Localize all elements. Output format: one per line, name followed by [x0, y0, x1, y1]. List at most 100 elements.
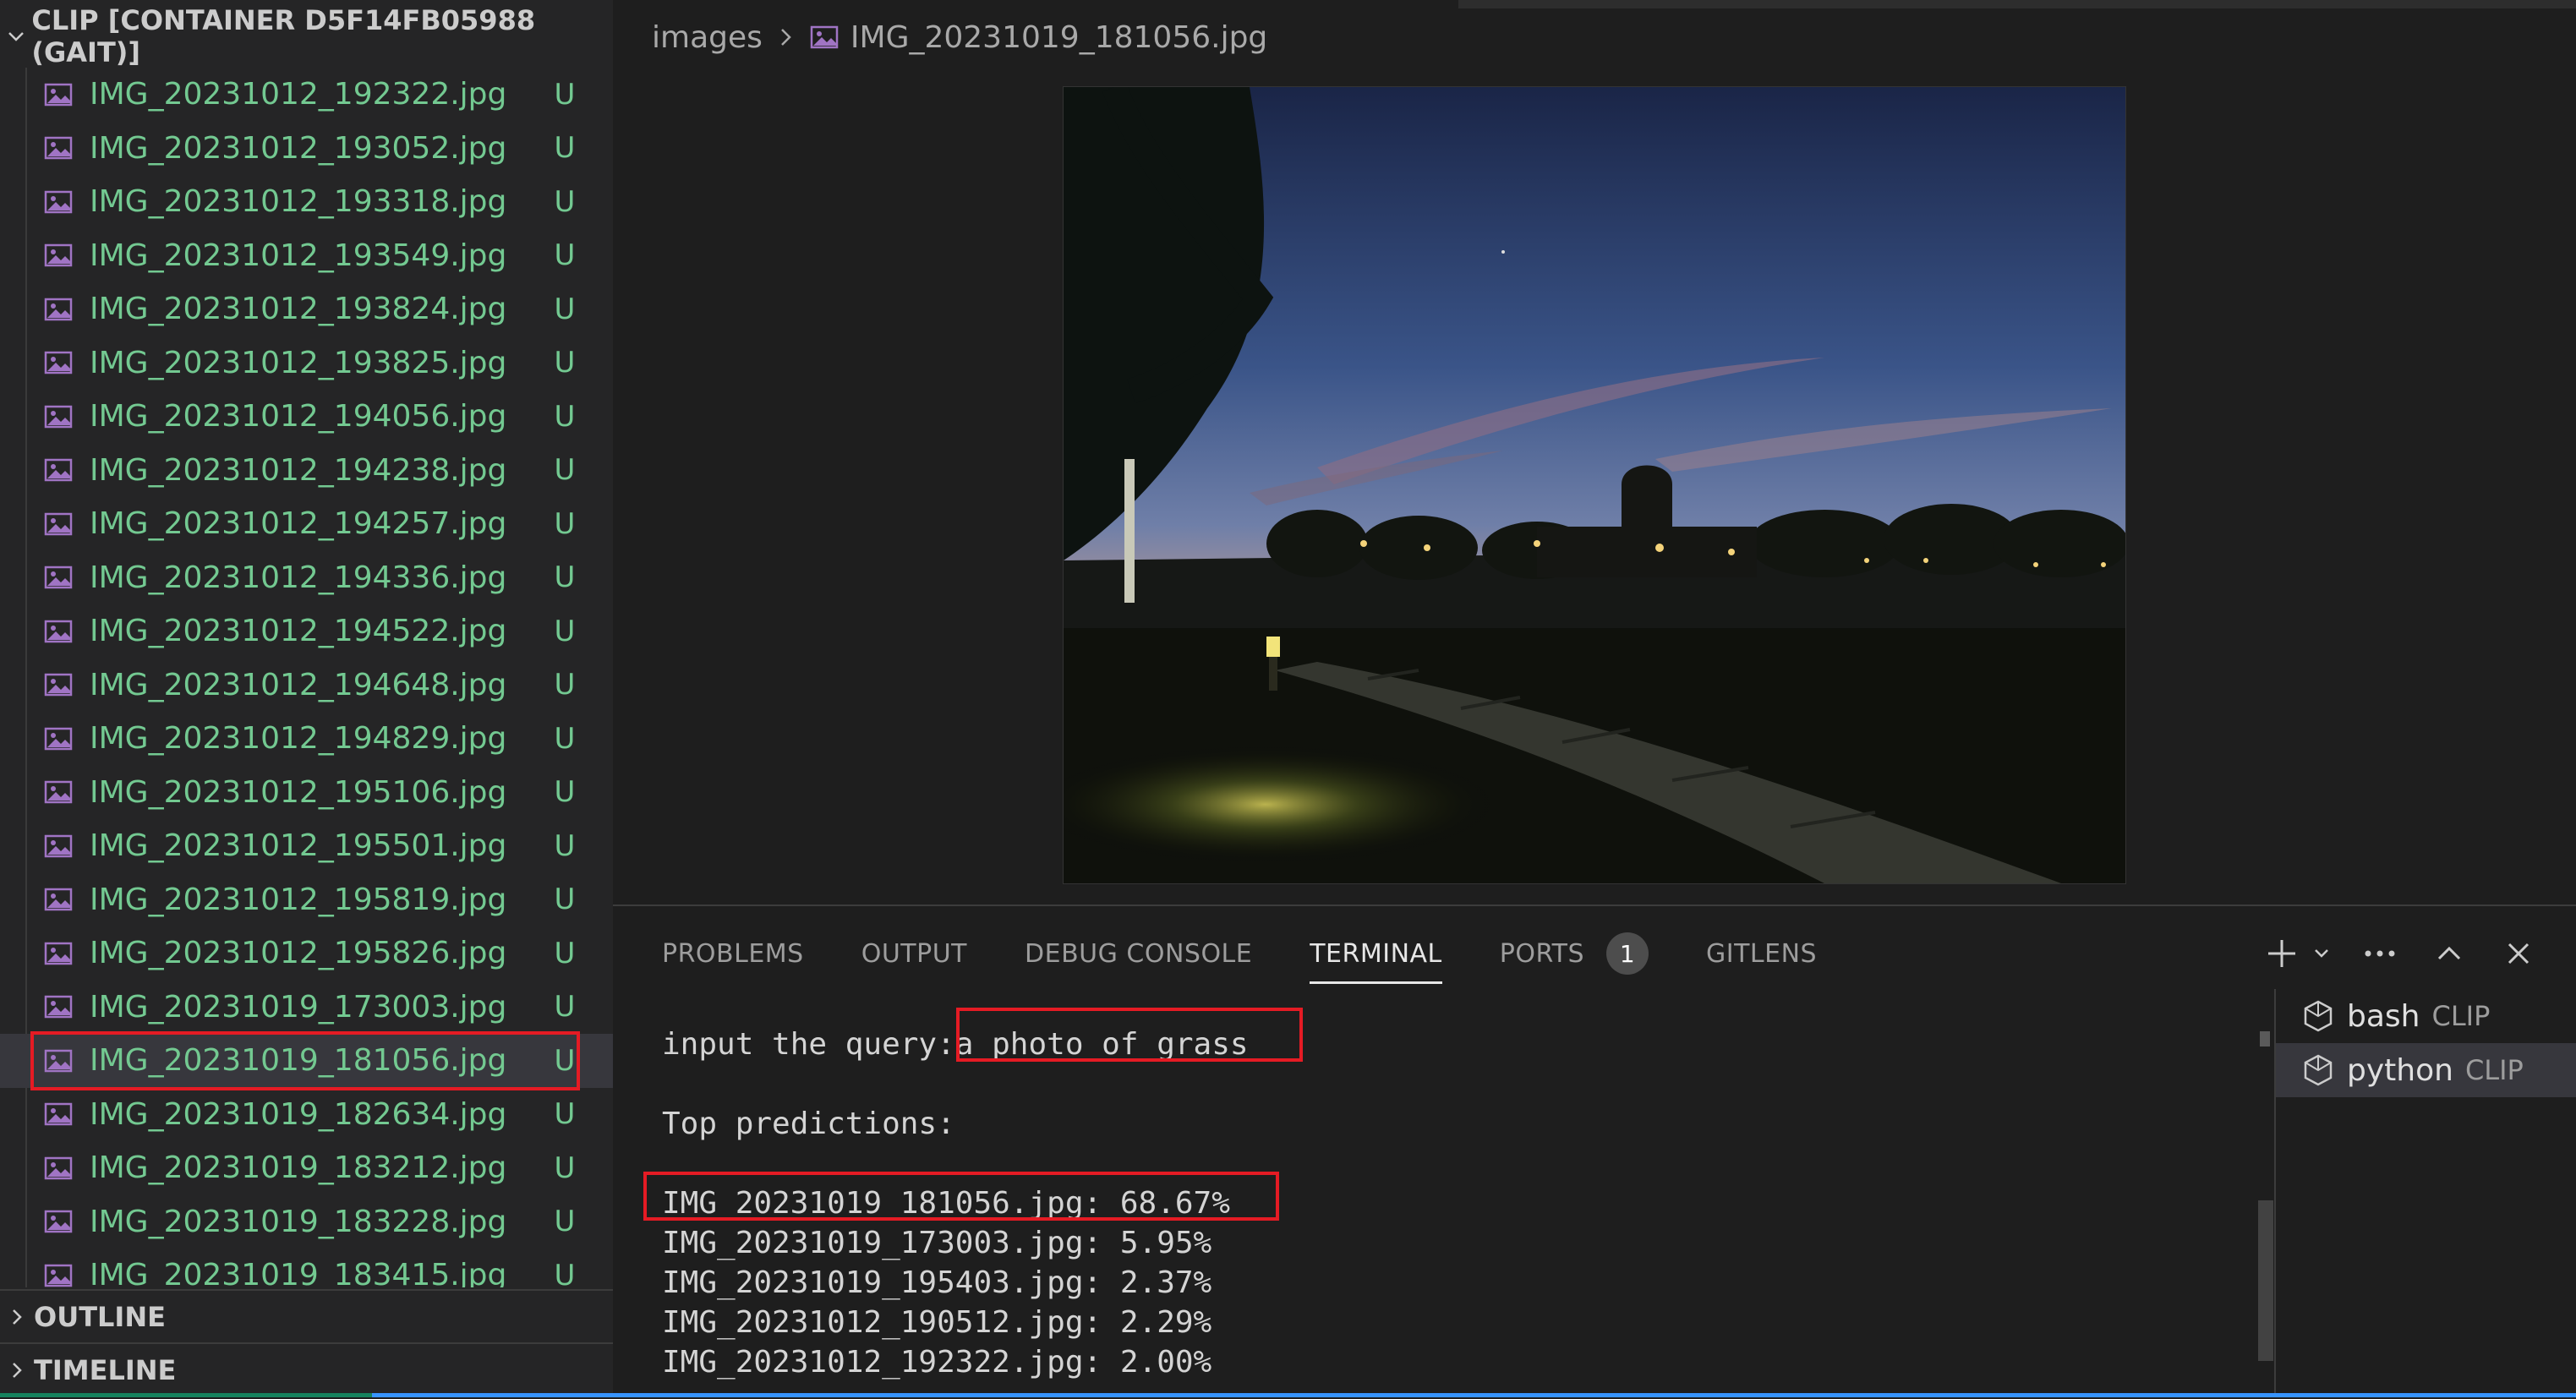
file-name: IMG_20231012_194829.jpg: [90, 721, 507, 757]
breadcrumb-file[interactable]: IMG_20231019_181056.jpg: [850, 20, 1267, 55]
file-tree-item[interactable]: IMG_20231012_195819.jpg U: [0, 873, 613, 927]
terminal-item-python[interactable]: python CLIP: [2276, 1043, 2576, 1097]
file-name: IMG_20231012_194056.jpg: [90, 399, 507, 434]
image-file-icon: [44, 1047, 78, 1075]
image-file-icon: [44, 885, 78, 914]
terminal-item-bash[interactable]: bash CLIP: [2276, 989, 2576, 1043]
tab-terminal[interactable]: TERMINAL: [1310, 906, 1442, 1001]
image-file-icon: [44, 778, 78, 806]
file-name: IMG_20231019_183228.jpg: [90, 1204, 507, 1239]
terminal-scroll-marker: [2260, 1031, 2270, 1047]
git-untracked-badge: U: [554, 936, 576, 970]
terminal-dropdown-chevron-icon[interactable]: [2309, 930, 2334, 977]
git-untracked-badge: U: [554, 1205, 576, 1239]
more-actions-icon[interactable]: [2356, 930, 2404, 977]
tab-output[interactable]: OUTPUT: [861, 906, 967, 1001]
file-tree-item[interactable]: IMG_20231012_193825.jpg U: [0, 336, 613, 391]
git-untracked-badge: U: [554, 77, 576, 112]
image-file-icon: [44, 402, 78, 431]
file-name: IMG_20231012_195106.jpg: [90, 774, 507, 810]
file-tree-item[interactable]: IMG_20231012_193824.jpg U: [0, 282, 613, 336]
terminal-output[interactable]: input the query:a photo of grass Top pre…: [643, 1008, 2268, 1396]
git-untracked-badge: U: [554, 828, 576, 863]
remote-indicator[interactable]: [0, 1393, 372, 1397]
file-name: IMG_20231012_194336.jpg: [90, 560, 507, 595]
file-name: IMG_20231019_183212.jpg: [90, 1150, 507, 1186]
git-untracked-badge: U: [554, 131, 576, 166]
image-file-icon: [44, 80, 78, 109]
file-tree-item[interactable]: IMG_20231019_182634.jpg U: [0, 1088, 613, 1142]
tab-gitlens[interactable]: GITLENS: [1706, 906, 1817, 1001]
close-panel-icon[interactable]: [2495, 930, 2542, 977]
breadcrumb-folder[interactable]: images: [652, 20, 763, 55]
image-file-icon: [44, 617, 78, 646]
terminal-item-workspace: CLIP: [2431, 1000, 2491, 1032]
prediction-line: IMG_20231012_192322.jpg: 2.00%: [662, 1345, 1212, 1380]
tab-ports-label: PORTS: [1499, 938, 1585, 969]
file-tree-item[interactable]: IMG_20231019_173003.jpg U: [0, 981, 613, 1035]
query-prompt: input the query:: [662, 1027, 955, 1062]
tab-ports[interactable]: PORTS 1: [1500, 906, 1649, 1001]
image-file-icon: [44, 1207, 78, 1236]
file-tree-item[interactable]: IMG_20231012_194648.jpg U: [0, 659, 613, 713]
query-highlight-box: [956, 1008, 1303, 1062]
file-tree-item[interactable]: IMG_20231019_183228.jpg U: [0, 1195, 613, 1249]
git-untracked-badge: U: [554, 399, 576, 434]
file-tree-item[interactable]: IMG_20231012_194522.jpg U: [0, 604, 613, 659]
image-file-icon: [44, 1100, 78, 1128]
tab-problems[interactable]: PROBLEMS: [662, 906, 804, 1001]
git-untracked-badge: U: [554, 1258, 576, 1287]
file-tree-item[interactable]: IMG_20231012_193052.jpg U: [0, 122, 613, 176]
file-tree-item[interactable]: IMG_20231012_193549.jpg U: [0, 229, 613, 283]
image-file-icon: [44, 724, 78, 753]
panel-tabs: PROBLEMS OUTPUT DEBUG CONSOLE TERMINAL P…: [613, 906, 1874, 1001]
git-untracked-badge: U: [554, 184, 576, 219]
terminal-item-name: python: [2347, 1052, 2453, 1088]
image-file-icon: [44, 1261, 78, 1287]
image-file-icon: [44, 295, 78, 324]
timeline-label: TIMELINE: [34, 1354, 177, 1386]
git-untracked-badge: U: [554, 1097, 576, 1132]
file-tree-item[interactable]: IMG_20231019_181056.jpg U: [0, 1031, 613, 1090]
file-name: IMG_20231012_195501.jpg: [90, 828, 507, 864]
git-untracked-badge: U: [554, 614, 576, 648]
explorer-section-header[interactable]: CLIP [CONTAINER D5F14FB05988 (GAIT)]: [0, 4, 613, 68]
image-file-icon: [44, 188, 78, 216]
panel-actions: [2258, 930, 2542, 977]
terminal-scrollbar[interactable]: [2258, 1200, 2273, 1361]
file-tree-item[interactable]: IMG_20231012_194336.jpg U: [0, 551, 613, 605]
image-file-icon: [44, 563, 78, 592]
file-tree-item[interactable]: IMG_20231012_193318.jpg U: [0, 175, 613, 229]
terminal-item-name: bash: [2347, 998, 2420, 1034]
outline-section-header[interactable]: OUTLINE: [0, 1289, 613, 1343]
git-untracked-badge: U: [554, 721, 576, 756]
file-name: IMG_20231012_193824.jpg: [90, 292, 507, 327]
new-terminal-plus-icon[interactable]: [2258, 930, 2305, 977]
timeline-section-header[interactable]: TIMELINE: [0, 1342, 613, 1396]
file-tree-item[interactable]: IMG_20231012_195826.jpg U: [0, 926, 613, 981]
file-name: IMG_20231012_192322.jpg: [90, 77, 507, 112]
maximize-panel-chevron-up-icon[interactable]: [2426, 930, 2473, 977]
file-tree-item[interactable]: IMG_20231012_192322.jpg U: [0, 68, 613, 122]
git-untracked-badge: U: [554, 883, 576, 917]
file-name: IMG_20231019_173003.jpg: [90, 989, 507, 1025]
terminal-profile-icon: [2301, 1053, 2335, 1087]
image-file-icon: [44, 992, 78, 1021]
file-name: IMG_20231012_194522.jpg: [90, 614, 507, 649]
file-name: IMG_20231012_193318.jpg: [90, 184, 507, 220]
image-file-icon: [44, 939, 78, 968]
git-untracked-badge: U: [554, 560, 576, 595]
file-tree-item[interactable]: IMG_20231019_183415.jpg U: [0, 1249, 613, 1287]
tab-debug-console[interactable]: DEBUG CONSOLE: [1025, 906, 1252, 1001]
file-tree-item[interactable]: IMG_20231012_194829.jpg U: [0, 712, 613, 766]
file-tree-item[interactable]: IMG_20231012_194238.jpg U: [0, 444, 613, 498]
file-tree-item[interactable]: IMG_20231012_194056.jpg U: [0, 390, 613, 444]
explorer-sidebar: CLIP [CONTAINER D5F14FB05988 (GAIT)] IMG…: [0, 0, 613, 1397]
file-tree-item[interactable]: IMG_20231012_195501.jpg U: [0, 819, 613, 873]
file-tree-item[interactable]: IMG_20231012_194257.jpg U: [0, 497, 613, 551]
file-tree-item[interactable]: IMG_20231012_195106.jpg U: [0, 766, 613, 820]
prediction-line: IMG_20231019_195403.jpg: 2.37%: [662, 1265, 1212, 1300]
image-file-icon: [44, 241, 78, 270]
file-name: IMG_20231012_193825.jpg: [90, 345, 507, 380]
file-tree-item[interactable]: IMG_20231019_183212.jpg U: [0, 1141, 613, 1195]
